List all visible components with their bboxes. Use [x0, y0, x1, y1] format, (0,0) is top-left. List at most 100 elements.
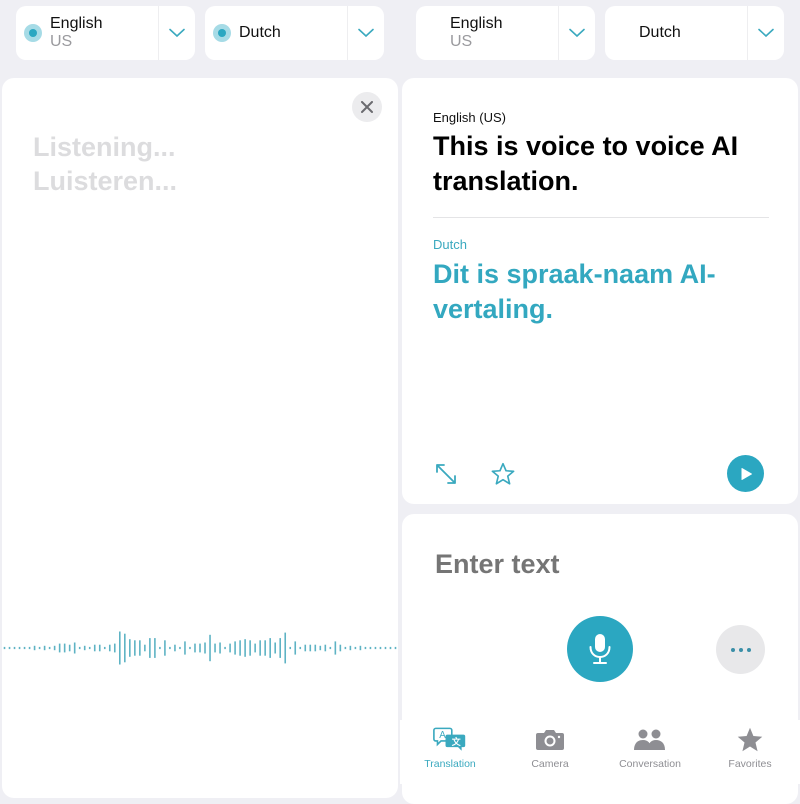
chevron-down-icon	[758, 28, 774, 38]
chevron-down-icon	[569, 28, 585, 38]
listening-status-dutch: Luisteren...	[33, 166, 178, 196]
more-options-button[interactable]	[716, 625, 765, 674]
source-language-label: English (US)	[433, 110, 506, 125]
waveform-bar	[194, 643, 196, 653]
tab-translation[interactable]: A 文 Translation	[400, 720, 500, 784]
text-input[interactable]	[433, 548, 798, 581]
target-language-button[interactable]: Dutch	[205, 6, 347, 60]
waveform-bar	[174, 644, 176, 652]
translation-result-card: English (US) This is voice to voice AI t…	[402, 78, 798, 504]
waveform-bar	[334, 641, 337, 655]
waveform-bar	[134, 640, 136, 656]
waveform-bar	[379, 646, 382, 650]
waveform-bar	[269, 638, 271, 658]
tab-label: Translation	[424, 758, 476, 770]
favorite-button[interactable]	[489, 460, 517, 488]
waveform-bar	[73, 642, 76, 654]
waveform-bar	[314, 644, 317, 652]
waveform-bar	[93, 644, 96, 652]
listening-status-english: Listening...	[33, 132, 176, 162]
waveform-bar	[139, 640, 141, 656]
waveform-bar	[329, 646, 332, 650]
tab-bar: A 文 Translation Camera Conversation Favo…	[400, 720, 800, 784]
translate-icon: A 文	[433, 727, 466, 751]
ellipsis-icon	[730, 647, 751, 652]
tab-label: Favorites	[728, 758, 772, 770]
waveform-bar	[18, 646, 21, 650]
translation-screen: English US Dutch English (US) This is vo…	[400, 0, 800, 804]
waveform-bar	[103, 646, 106, 650]
waveform-bar	[299, 646, 302, 650]
waveform-bar	[28, 646, 31, 650]
source-language-region: US	[50, 33, 73, 50]
target-language-selector: Dutch	[605, 6, 784, 60]
waveform-bar	[88, 646, 91, 650]
language-selector-bar: English US Dutch	[16, 6, 384, 60]
star-filled-icon	[737, 727, 763, 752]
waveform-bar	[83, 645, 86, 651]
waveform-bar	[224, 646, 226, 650]
source-language-name: English	[50, 15, 103, 32]
source-language-button[interactable]: English US	[16, 6, 158, 60]
tab-camera[interactable]: Camera	[500, 720, 600, 784]
waveform-bar	[359, 645, 362, 651]
waveform-bar	[294, 641, 297, 655]
listening-card: Listening... Luisteren...	[2, 78, 398, 798]
close-icon	[361, 101, 373, 113]
microphone-icon	[589, 634, 611, 664]
waveform-bar	[274, 642, 276, 654]
waveform-bar	[264, 640, 266, 656]
waveform-bar	[144, 644, 146, 652]
waveform-bar	[124, 633, 126, 663]
waveform-bar	[394, 646, 397, 650]
waveform-bar	[184, 641, 186, 655]
waveform-bar	[38, 646, 41, 650]
source-language-selector: English US	[16, 6, 195, 60]
close-button[interactable]	[352, 92, 382, 122]
target-language-button[interactable]: Dutch	[605, 6, 747, 60]
waveform-bar	[384, 646, 387, 650]
waveform-bar	[13, 646, 16, 650]
source-language-button[interactable]: English US	[416, 6, 558, 60]
waveform-bar	[389, 646, 392, 650]
tab-favorites[interactable]: Favorites	[700, 720, 800, 784]
waveform-bar	[78, 646, 81, 650]
target-language-dropdown[interactable]	[747, 6, 784, 60]
expand-icon	[436, 464, 456, 484]
tab-label: Conversation	[619, 758, 681, 770]
source-language-name: English	[450, 15, 503, 32]
target-language-dropdown[interactable]	[347, 6, 384, 60]
play-audio-button[interactable]	[727, 455, 764, 492]
waveform-bar	[58, 643, 61, 653]
chevron-down-icon	[169, 28, 185, 38]
waveform-bar	[319, 645, 322, 651]
fullscreen-button[interactable]	[432, 460, 460, 488]
source-language-dropdown[interactable]	[558, 6, 595, 60]
listening-screen: English US Dutch Listening... Luisteren.…	[0, 0, 400, 798]
star-outline-icon	[491, 462, 515, 485]
waveform-bar	[68, 644, 71, 652]
waveform-bar	[339, 644, 342, 652]
translated-text: Dit is spraak-naam AI-vertaling.	[433, 259, 716, 324]
waveform-bar	[199, 643, 201, 653]
microphone-button[interactable]	[567, 616, 633, 682]
camera-icon	[536, 730, 564, 750]
language-selector-bar: English US Dutch	[416, 6, 784, 60]
waveform-bar	[3, 646, 6, 650]
waveform-bar	[374, 646, 377, 650]
tab-label: Camera	[531, 758, 569, 770]
listening-status: Listening... Luisteren...	[33, 130, 177, 198]
waveform-bar	[244, 639, 246, 657]
waveform-bar	[279, 638, 281, 658]
waveform-bar	[48, 646, 51, 650]
waveform-bar	[98, 644, 101, 652]
tab-conversation[interactable]: Conversation	[600, 720, 700, 784]
waveform-bar	[164, 640, 166, 656]
waveform-bar	[179, 646, 181, 650]
waveform-bar	[289, 646, 292, 650]
chevron-down-icon	[358, 28, 374, 38]
waveform-bar	[324, 644, 327, 652]
waveform-bar	[53, 645, 56, 651]
source-language-dropdown[interactable]	[158, 6, 195, 60]
waveform-bar	[214, 643, 216, 653]
